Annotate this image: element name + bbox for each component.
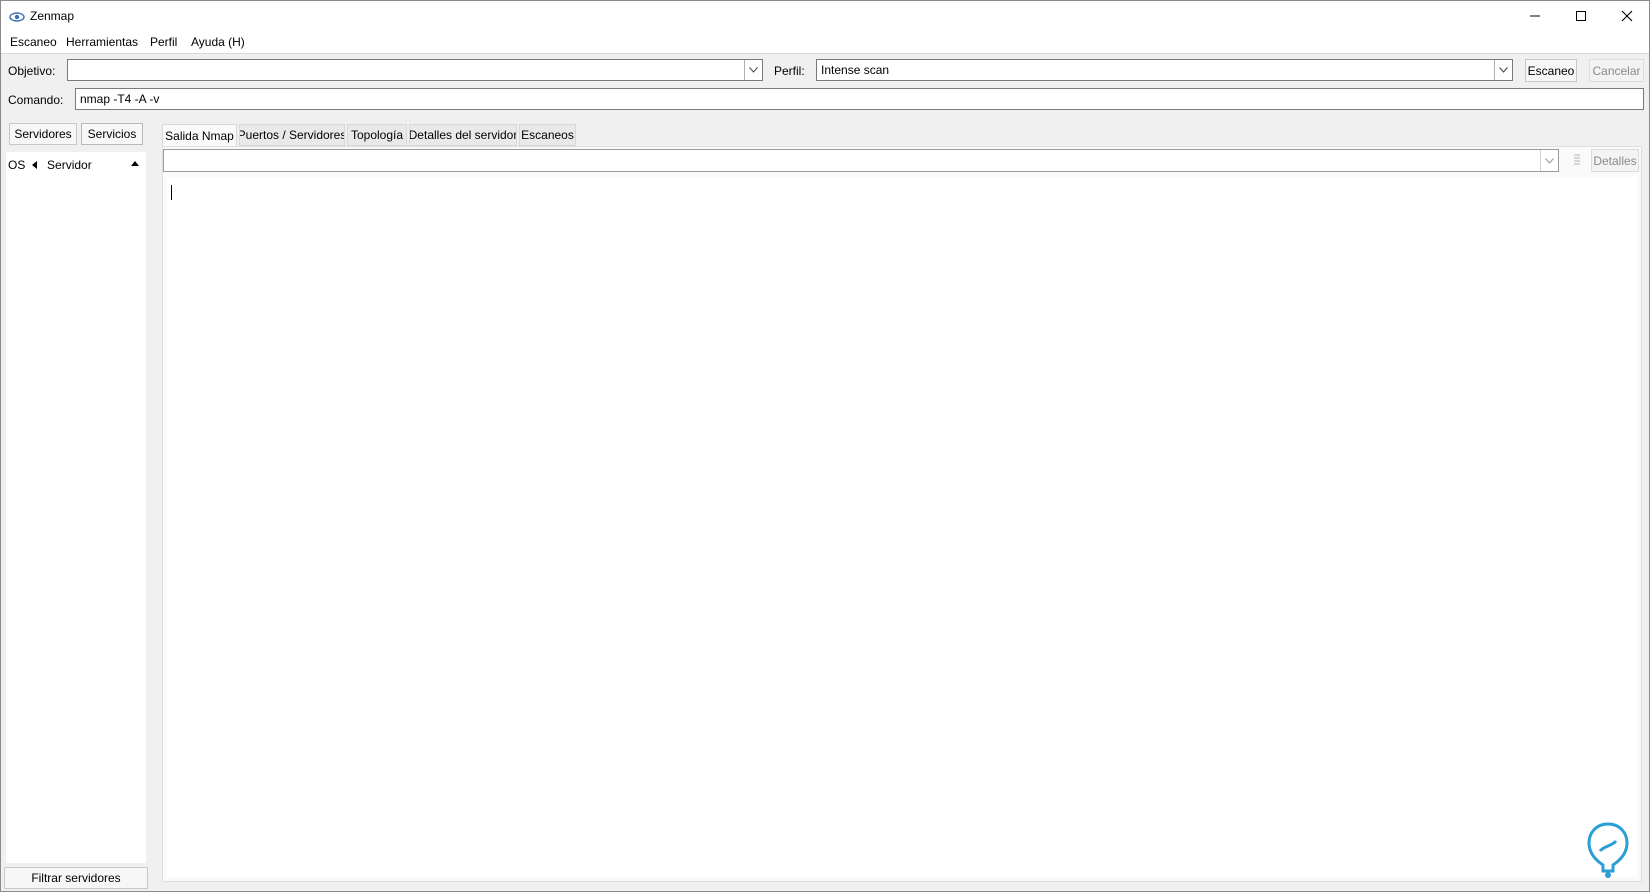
title-bar[interactable]: Zenmap xyxy=(1,1,1649,33)
grip-handle-icon[interactable] xyxy=(1574,153,1580,167)
nmap-output-panel: Detalles xyxy=(162,146,1642,882)
column-servidor[interactable]: Servidor xyxy=(47,158,92,172)
menu-ayuda[interactable]: Ayuda (H) xyxy=(189,35,247,49)
minimize-button[interactable] xyxy=(1512,1,1558,31)
profile-combobox[interactable]: Intense scan xyxy=(816,59,1513,81)
cancel-button[interactable]: Cancelar xyxy=(1589,59,1644,82)
command-label: Comando: xyxy=(8,93,64,107)
details-button[interactable]: Detalles xyxy=(1591,149,1639,172)
nmap-output-text[interactable] xyxy=(167,177,1637,877)
window-title: Zenmap xyxy=(30,9,75,23)
app-window: Zenmap Escaneo Herramientas Perfil Ayuda… xyxy=(0,0,1650,892)
menu-escaneo[interactable]: Escaneo xyxy=(8,35,59,49)
close-button[interactable] xyxy=(1604,1,1649,31)
scan-select-combobox[interactable] xyxy=(163,149,1559,172)
target-dropdown-button[interactable] xyxy=(744,60,762,80)
host-list[interactable]: OS Servidor xyxy=(6,152,146,863)
maximize-icon xyxy=(1576,11,1586,21)
profile-dropdown-button[interactable] xyxy=(1494,60,1512,80)
column-os[interactable]: OS xyxy=(8,158,25,172)
target-combobox[interactable] xyxy=(67,59,763,81)
target-label: Objetivo: xyxy=(8,64,56,78)
chevron-down-icon xyxy=(1499,67,1508,73)
minimize-icon xyxy=(1530,15,1540,17)
zenmap-eye-icon xyxy=(9,12,25,22)
text-caret xyxy=(171,185,172,200)
close-icon xyxy=(1621,10,1633,22)
menu-separator xyxy=(1,53,1649,54)
profile-value[interactable]: Intense scan xyxy=(821,63,889,77)
menu-bar: Escaneo Herramientas Perfil Ayuda (H) xyxy=(1,33,1649,53)
tab-salida-nmap[interactable]: Salida Nmap xyxy=(162,124,237,147)
tab-detalles-servidor[interactable]: Detalles del servidor xyxy=(409,124,517,146)
host-list-header: OS Servidor xyxy=(8,158,92,172)
filter-hosts-button[interactable]: Filtrar servidores xyxy=(4,867,148,889)
tab-escaneos[interactable]: Escaneos xyxy=(519,124,576,146)
tab-puertos-servidores[interactable]: Puertos / Servidores xyxy=(239,124,345,146)
watermark-logo-icon xyxy=(1587,822,1629,878)
menu-herramientas[interactable]: Herramientas xyxy=(64,35,140,49)
maximize-button[interactable] xyxy=(1558,1,1604,31)
tab-servidores[interactable]: Servidores xyxy=(9,123,77,145)
caret-left-icon xyxy=(31,161,37,169)
scan-button[interactable]: Escaneo xyxy=(1525,59,1577,82)
command-input[interactable]: nmap -T4 -A -v xyxy=(75,88,1644,110)
tab-servicios[interactable]: Servicios xyxy=(81,123,143,145)
chevron-down-icon xyxy=(749,67,758,73)
sort-up-icon xyxy=(131,161,139,166)
chevron-down-icon xyxy=(1545,157,1554,164)
scan-select-dropdown-button[interactable] xyxy=(1540,150,1558,171)
tab-topologia[interactable]: Topología xyxy=(347,124,407,146)
menu-perfil[interactable]: Perfil xyxy=(148,35,179,49)
profile-label: Perfil: xyxy=(774,64,805,78)
